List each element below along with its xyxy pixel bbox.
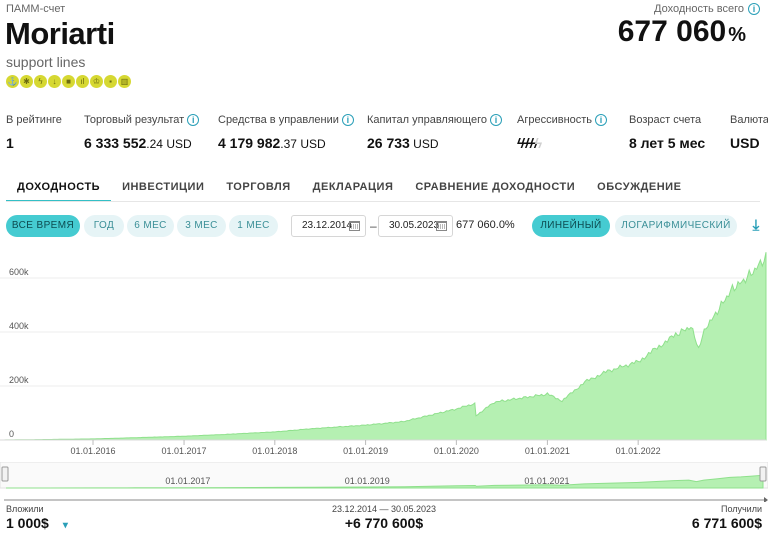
total-yield-value: 677 060% xyxy=(617,15,746,48)
fire-icon[interactable]: ✱ xyxy=(20,75,33,88)
x-tick-label: 01.01.2016 xyxy=(70,446,115,456)
achievement-badges: ⚓ ✱ ϟ ↓ ■ ıl ♔ ▪ ▥ xyxy=(6,75,131,88)
section-tabs: ДОХОДНОСТЬ ИНВЕСТИЦИИ ТОРГОВЛЯ ДЕКЛАРАЦИ… xyxy=(6,180,692,202)
bolt-icon[interactable]: ϟ xyxy=(34,75,47,88)
navigator-tick-label: 01.01.2019 xyxy=(345,476,390,486)
briefcase-icon[interactable]: ■ xyxy=(62,75,75,88)
yield-chart[interactable]: 0 200k 400k 600k 01.01.2016 01.01.2017 01.01.2… xyxy=(0,243,768,461)
stat-trade-result: Торговый результат i 6 333 552.24 USD xyxy=(84,114,200,151)
y-tick-label: 200k xyxy=(9,375,29,385)
period-year-button[interactable]: ГОД xyxy=(84,215,124,237)
account-subtitle: support lines xyxy=(6,54,86,70)
date-range-dash: – xyxy=(370,219,377,233)
navigator-left-handle[interactable] xyxy=(1,466,9,482)
tab-trading[interactable]: ТОРГОВЛЯ xyxy=(215,180,301,202)
x-tick-label: 01.01.2020 xyxy=(434,446,479,456)
range-slider-arrow-icon xyxy=(764,497,768,502)
building-icon[interactable]: ▥ xyxy=(118,75,131,88)
y-tick-label: 400k xyxy=(9,321,29,331)
period-6m-button[interactable]: 6 МЕС xyxy=(127,215,174,237)
x-tick-label: 01.01.2021 xyxy=(525,446,570,456)
x-tick-label: 01.01.2017 xyxy=(162,446,207,456)
tab-yield[interactable]: ДОХОДНОСТЬ xyxy=(6,180,112,202)
y-tick-label: 600k xyxy=(9,267,29,277)
aggressiveness-bolts: ϟϟϟϟϟ xyxy=(517,135,607,151)
stat-currency: Валюта USD xyxy=(730,114,768,151)
total-yield-label: Доходность всего i xyxy=(654,3,760,15)
tab-declaration[interactable]: ДЕКЛАРАЦИЯ xyxy=(302,180,405,202)
chart-navigator[interactable]: 01.01.2017 01.01.2019 01.01.2021 xyxy=(0,462,768,502)
scale-log-button[interactable]: ЛОГАРИФМИЧЕСКИЙ xyxy=(615,215,737,237)
aggressiveness-bolt-icon: ϟ xyxy=(534,135,543,151)
info-icon[interactable]: i xyxy=(489,114,502,126)
scale-linear-button[interactable]: ЛИНЕЙНЫЙ xyxy=(532,215,610,237)
download-icon[interactable]: ⤓ xyxy=(748,218,764,234)
stat-account-age: Возраст счета 8 лет 5 мес xyxy=(629,114,706,151)
pin-icon[interactable]: ↓ xyxy=(48,75,61,88)
anchor-icon[interactable]: ⚓ xyxy=(6,75,19,88)
info-icon[interactable]: i xyxy=(187,114,200,126)
tab-yield-comparison[interactable]: СРАВНЕНИЕ ДОХОДНОСТИ xyxy=(404,180,586,202)
x-tick-label: 01.01.2019 xyxy=(343,446,388,456)
account-type-label: ПАММ-счет xyxy=(6,3,66,15)
info-icon[interactable]: i xyxy=(341,114,354,126)
lock-icon[interactable]: ▪ xyxy=(104,75,117,88)
period-all-time-button[interactable]: ВСЕ ВРЕМЯ xyxy=(6,215,80,237)
calendar-icon[interactable] xyxy=(349,221,360,231)
x-tick-label: 01.01.2018 xyxy=(252,446,297,456)
navigator-tick-label: 01.01.2017 xyxy=(165,476,210,486)
stat-aggressiveness: Агрессивность i ϟϟϟϟϟ xyxy=(517,114,608,151)
period-3m-button[interactable]: 3 МЕС xyxy=(177,215,226,237)
y-tick-label: 0 xyxy=(9,429,14,439)
date-from-input[interactable]: 23.12.2014 xyxy=(291,215,366,237)
account-name: Moriarti xyxy=(5,16,115,51)
award-icon[interactable]: ♔ xyxy=(90,75,103,88)
range-dates-label: 23.12.2014 — 30.05.2023 xyxy=(331,504,437,514)
tabs-divider xyxy=(6,201,760,202)
date-to-input[interactable]: 30.05.2023 xyxy=(378,215,453,237)
received-label: Получили xyxy=(720,504,762,514)
navigator-tick-label: 01.01.2021 xyxy=(524,476,569,486)
stat-rating: В рейтинге 1 xyxy=(6,114,62,151)
calendar-icon[interactable] xyxy=(436,221,447,231)
range-profit-value: +6 770 600$ xyxy=(344,515,424,531)
yield-area-series xyxy=(0,252,767,441)
stat-manager-capital: Капитал управляющего i 26 733 USD xyxy=(367,114,502,151)
stat-managed-funds: Средства в управлении i 4 179 982.37 USD xyxy=(218,114,354,151)
period-1m-button[interactable]: 1 МЕС xyxy=(229,215,278,237)
tab-discussion[interactable]: ОБСУЖДЕНИЕ xyxy=(586,180,692,202)
range-yield-value: 677 060.0% xyxy=(456,219,515,231)
received-value: 6 771 600$ xyxy=(691,515,762,531)
info-icon[interactable]: i xyxy=(748,3,760,15)
navigator-right-handle[interactable] xyxy=(759,466,767,482)
x-tick-label: 01.01.2022 xyxy=(616,446,661,456)
info-icon[interactable]: i xyxy=(595,114,608,126)
tab-investments[interactable]: ИНВЕСТИЦИИ xyxy=(111,180,215,202)
chart-icon[interactable]: ıl xyxy=(76,75,89,88)
